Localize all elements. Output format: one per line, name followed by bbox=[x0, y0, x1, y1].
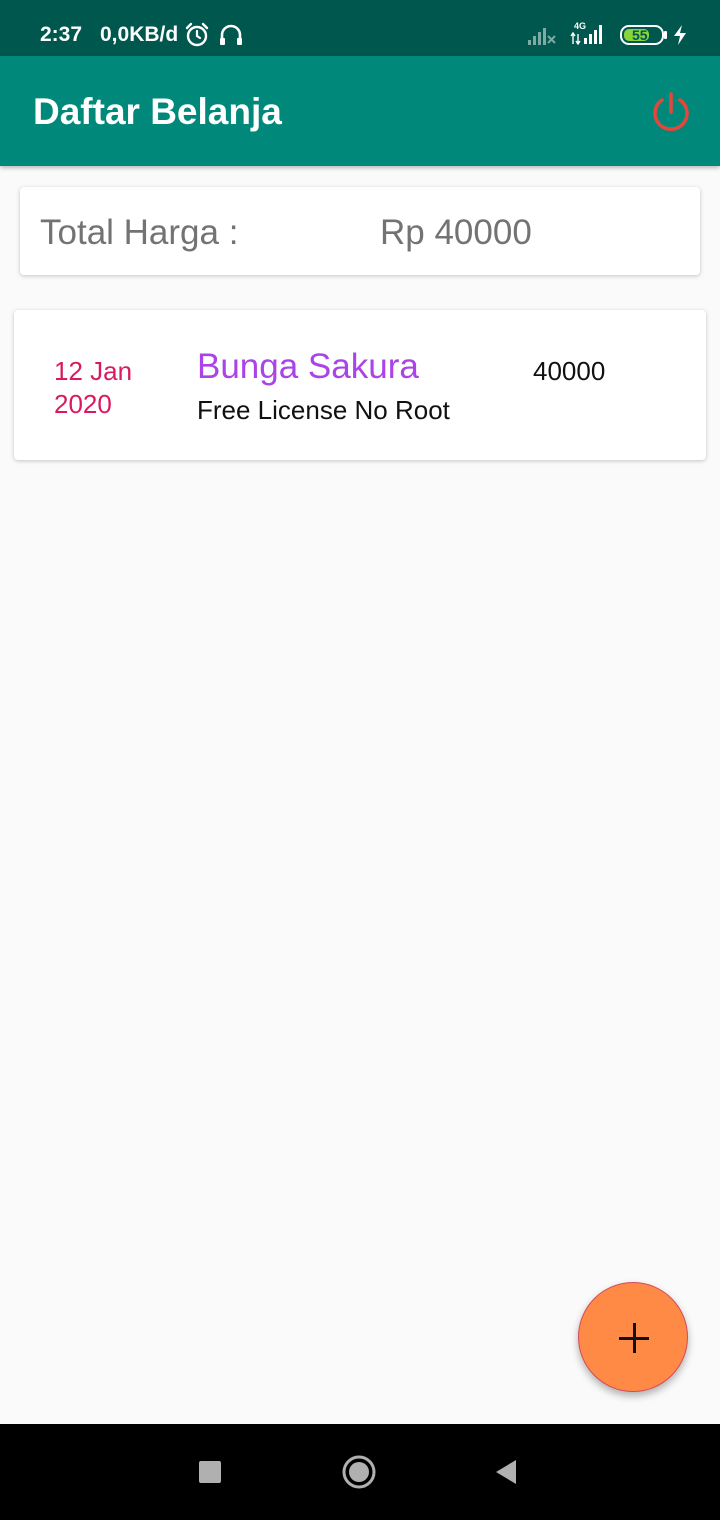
total-price-label: Total Harga : bbox=[40, 213, 239, 252]
alarm-icon bbox=[184, 22, 210, 53]
item-date: 12 Jan 2020 bbox=[54, 356, 133, 419]
navigation-bar bbox=[0, 1424, 720, 1520]
status-time: 2:37 bbox=[40, 23, 83, 46]
signal-4g-icon: 4G bbox=[570, 20, 610, 51]
battery-level-text: 55 bbox=[632, 27, 648, 43]
home-icon[interactable] bbox=[342, 1455, 376, 1489]
screen: 2:37 0,0KB/d 4G 55 Daftar Belanja Total … bbox=[0, 0, 720, 1520]
power-button[interactable] bbox=[648, 90, 694, 136]
item-description: Free License No Root bbox=[197, 395, 450, 425]
back-icon[interactable] bbox=[494, 1459, 518, 1485]
app-title: Daftar Belanja bbox=[33, 91, 282, 132]
signal-off-icon bbox=[528, 24, 556, 51]
item-price: 40000 bbox=[533, 356, 606, 386]
charging-icon bbox=[672, 24, 688, 51]
headset-icon bbox=[218, 22, 244, 53]
list-item[interactable]: 12 Jan 2020 Bunga Sakura Free License No… bbox=[14, 310, 706, 460]
app-bar: Daftar Belanja bbox=[0, 56, 720, 166]
total-price-card: Total Harga : Rp 40000 bbox=[20, 187, 700, 275]
power-icon bbox=[653, 92, 689, 131]
add-item-button[interactable] bbox=[578, 1282, 688, 1392]
battery-icon: 55 bbox=[620, 24, 670, 51]
status-bar: 2:37 0,0KB/d 4G 55 bbox=[0, 0, 720, 56]
total-price-value: Rp 40000 bbox=[380, 213, 532, 252]
network-type-text: 4G bbox=[574, 21, 586, 31]
recent-apps-icon[interactable] bbox=[199, 1461, 221, 1483]
item-name: Bunga Sakura bbox=[197, 347, 419, 386]
status-network-speed: 0,0KB/d bbox=[100, 23, 179, 46]
